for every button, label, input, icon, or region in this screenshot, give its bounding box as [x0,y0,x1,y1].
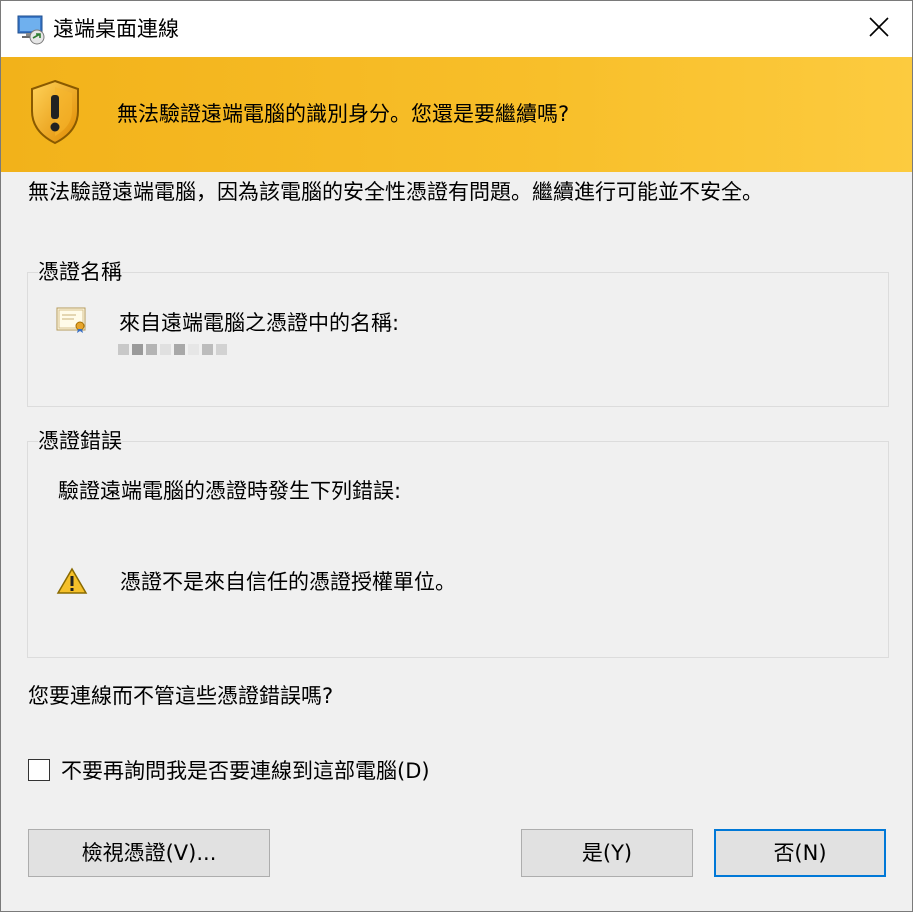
rdp-dialog: 遠端桌面連線 無法驗證遠端電腦的識別身分。您還是要繼續嗎? 無法驗證遠端電腦，因… [0,0,913,912]
cert-errors-group-title: 憑證錯誤 [38,426,122,456]
dont-ask-label[interactable]: 不要再詢問我是否要連線到這部電腦(D) [61,756,430,786]
redacted-computer-name [118,344,227,355]
cert-errors-group: 憑證錯誤 驗證遠端電腦的憑證時發生下列錯誤: 憑證不是來自信任的憑證授權單位。 [27,426,889,658]
close-icon [868,16,890,42]
view-certificate-button[interactable]: 檢視憑證(V)... [28,829,270,877]
intro-text: 無法驗證遠端電腦，因為該電腦的安全性憑證有問題。繼續進行可能並不安全。 [28,180,763,204]
cert-name-group-title: 憑證名稱 [38,257,122,287]
dont-ask-checkbox[interactable] [28,759,50,781]
close-button[interactable] [846,1,912,57]
continue-question: 您要連線而不管這些憑證錯誤嗎? [28,684,334,708]
yes-button[interactable]: 是(Y) [521,829,693,877]
cert-error-text: 憑證不是來自信任的憑證授權單位。 [120,570,456,594]
window-title: 遠端桌面連線 [53,17,179,41]
shield-warning-icon [29,79,81,145]
warning-icon [56,567,88,595]
banner-text: 無法驗證遠端電腦的識別身分。您還是要繼續嗎? [117,102,570,126]
certificate-icon [56,306,88,334]
title-bar: 遠端桌面連線 [1,1,912,57]
cert-name-label: 來自遠端電腦之憑證中的名稱: [119,311,400,335]
warning-banner: 無法驗證遠端電腦的識別身分。您還是要繼續嗎? [1,57,912,172]
cert-errors-intro: 驗證遠端電腦的憑證時發生下列錯誤: [58,479,402,503]
no-button[interactable]: 否(N) [714,829,886,877]
cert-name-group: 憑證名稱 來自遠端電腦之憑證中的名稱: [27,257,889,407]
remote-desktop-icon [15,13,47,45]
